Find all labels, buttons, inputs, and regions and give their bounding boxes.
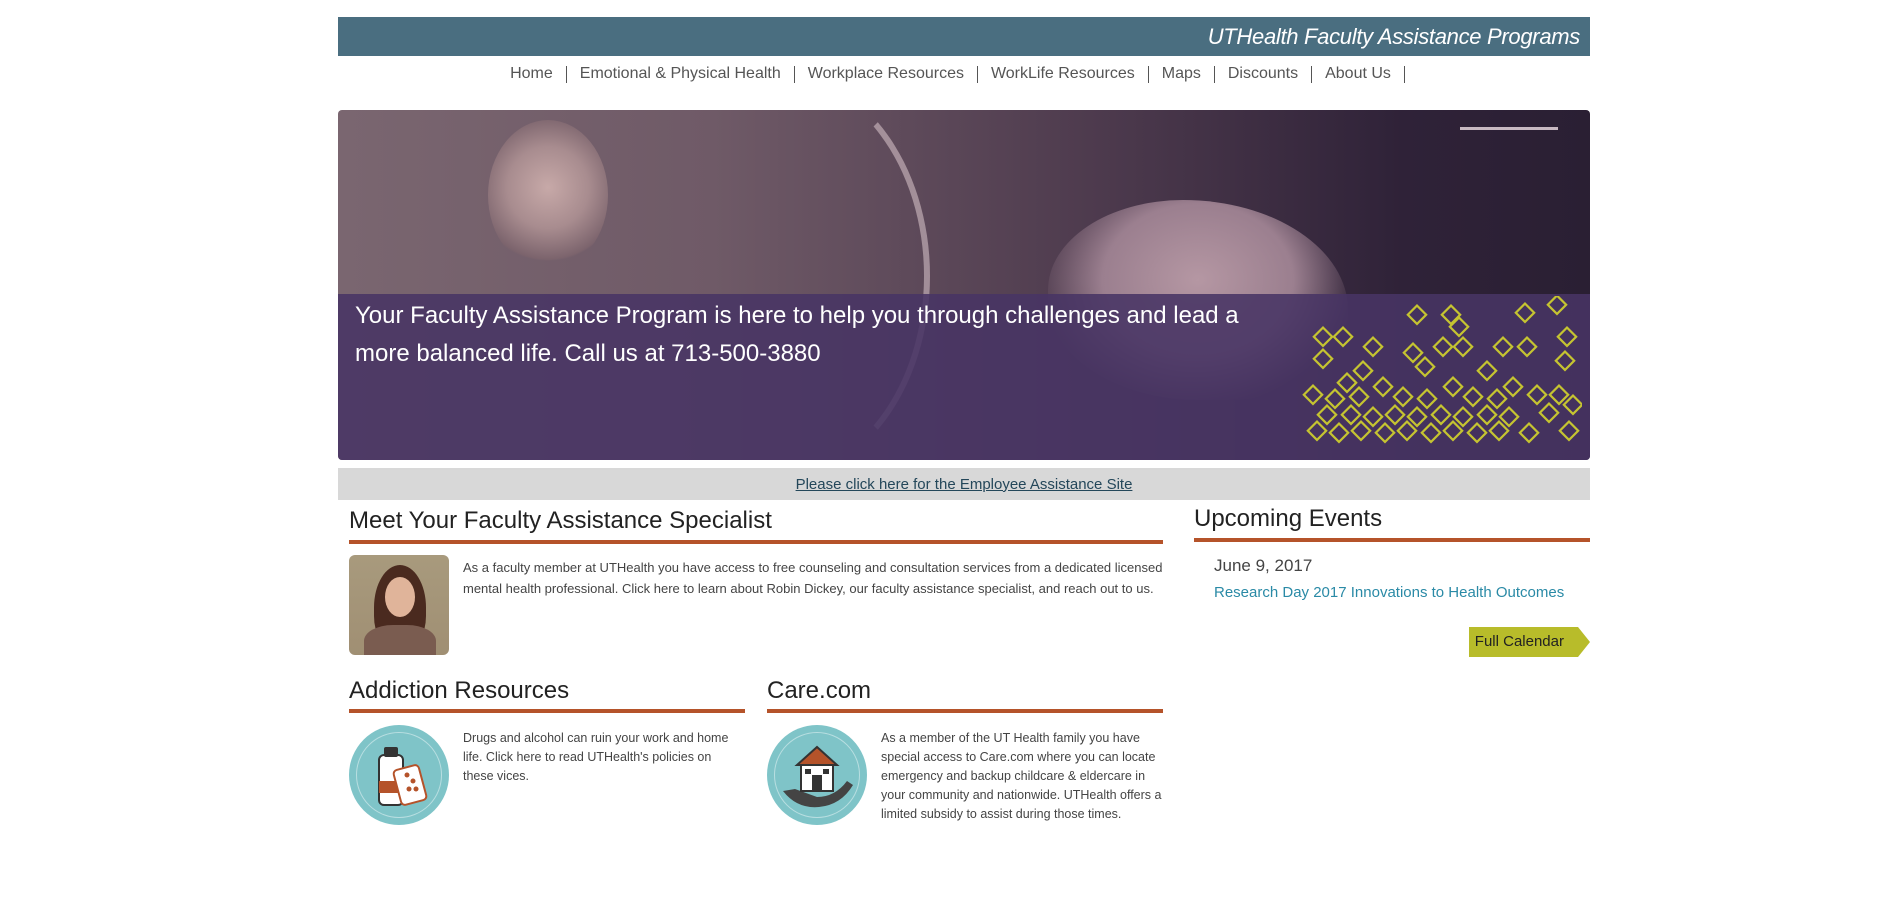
nav-label: Home — [510, 65, 553, 82]
left-column: Meet Your Faculty Assistance Specialist … — [349, 500, 1163, 825]
photo-shirt — [364, 625, 436, 655]
main-nav: Home Emotional & Physical Health Workpla… — [338, 56, 1590, 92]
nav-label: About Us — [1325, 65, 1391, 82]
nav-item-discounts[interactable]: Discounts — [1228, 65, 1325, 83]
event-link[interactable]: Research Day 2017 Innovations to Health … — [1214, 584, 1590, 601]
nav-separator — [1147, 65, 1149, 83]
nav-item-worklife-resources[interactable]: WorkLife Resources — [991, 65, 1162, 83]
medicine-bottles-icon[interactable] — [349, 725, 449, 825]
site-header: UTHealth Faculty Assistance Programs — [338, 17, 1590, 56]
nav-label: WorkLife Resources — [990, 65, 1135, 82]
care-section: Care.com As a member of the UT Health fa… — [767, 676, 1163, 829]
house-graphic — [783, 745, 853, 808]
section-divider — [349, 540, 1163, 544]
nav-separator — [976, 65, 978, 83]
specialist-heading: Meet Your Faculty Assistance Specialist — [349, 507, 772, 534]
slide-indicator[interactable] — [1460, 127, 1558, 130]
nav-label: Maps — [1161, 65, 1201, 82]
events-column: Upcoming Events June 9, 2017 Research Da… — [1194, 500, 1591, 657]
event-date: June 9, 2017 — [1214, 556, 1313, 575]
nav-separator — [1213, 65, 1215, 83]
house-in-hand-icon[interactable] — [767, 725, 867, 825]
nav-separator — [1311, 65, 1313, 83]
hero-slider[interactable]: Your Faculty Assistance Program is here … — [338, 110, 1590, 460]
bottles-graphic — [378, 747, 428, 806]
addiction-section: Addiction Resources Drugs and alcohol ca… — [349, 676, 745, 829]
nav-separator — [793, 65, 795, 83]
hero-caption: Your Faculty Assistance Program is here … — [355, 302, 1239, 367]
nav-item-home[interactable]: Home — [510, 65, 580, 83]
specialist-section: Meet Your Faculty Assistance Specialist … — [349, 506, 1163, 655]
specialist-photo[interactable] — [349, 555, 449, 655]
employee-assistance-link[interactable]: Please click here for the Employee Assis… — [796, 476, 1133, 493]
section-divider — [1194, 538, 1590, 542]
care-heading: Care.com — [767, 677, 872, 704]
nav-item-maps[interactable]: Maps — [1162, 65, 1228, 83]
full-calendar-row: Full Calendar — [1194, 627, 1591, 657]
nav-item-about-us[interactable]: About Us — [1325, 65, 1418, 83]
diamond-pattern-decoration — [1302, 296, 1582, 444]
events-heading: Upcoming Events — [1194, 505, 1383, 532]
main-content: Meet Your Faculty Assistance Specialist … — [338, 500, 1591, 900]
nav-label: Workplace Resources — [807, 65, 964, 82]
employee-assistance-bar: Please click here for the Employee Assis… — [338, 468, 1590, 500]
page-wrapper: UTHealth Faculty Assistance Programs Hom… — [338, 17, 1591, 900]
nav-item-emotional-physical-health[interactable]: Emotional & Physical Health — [580, 65, 808, 83]
site-title[interactable]: UTHealth Faculty Assistance Programs — [1208, 24, 1581, 50]
nav-label: Discounts — [1227, 65, 1299, 82]
nav-item-workplace-resources[interactable]: Workplace Resources — [808, 65, 991, 83]
addiction-heading: Addiction Resources — [349, 677, 570, 704]
specialist-description[interactable]: As a faculty member at UTHealth you have… — [463, 557, 1163, 642]
nav-separator — [565, 65, 567, 83]
nav-separator — [1403, 65, 1405, 83]
hero-stethoscope-shape — [488, 120, 608, 270]
full-calendar-button[interactable]: Full Calendar — [1468, 627, 1591, 657]
events-section: Upcoming Events June 9, 2017 Research Da… — [1194, 504, 1591, 657]
specialist-body: As a faculty member at UTHealth you have… — [349, 555, 1163, 655]
nav-label: Emotional & Physical Health — [579, 65, 781, 82]
photo-face — [385, 577, 415, 617]
